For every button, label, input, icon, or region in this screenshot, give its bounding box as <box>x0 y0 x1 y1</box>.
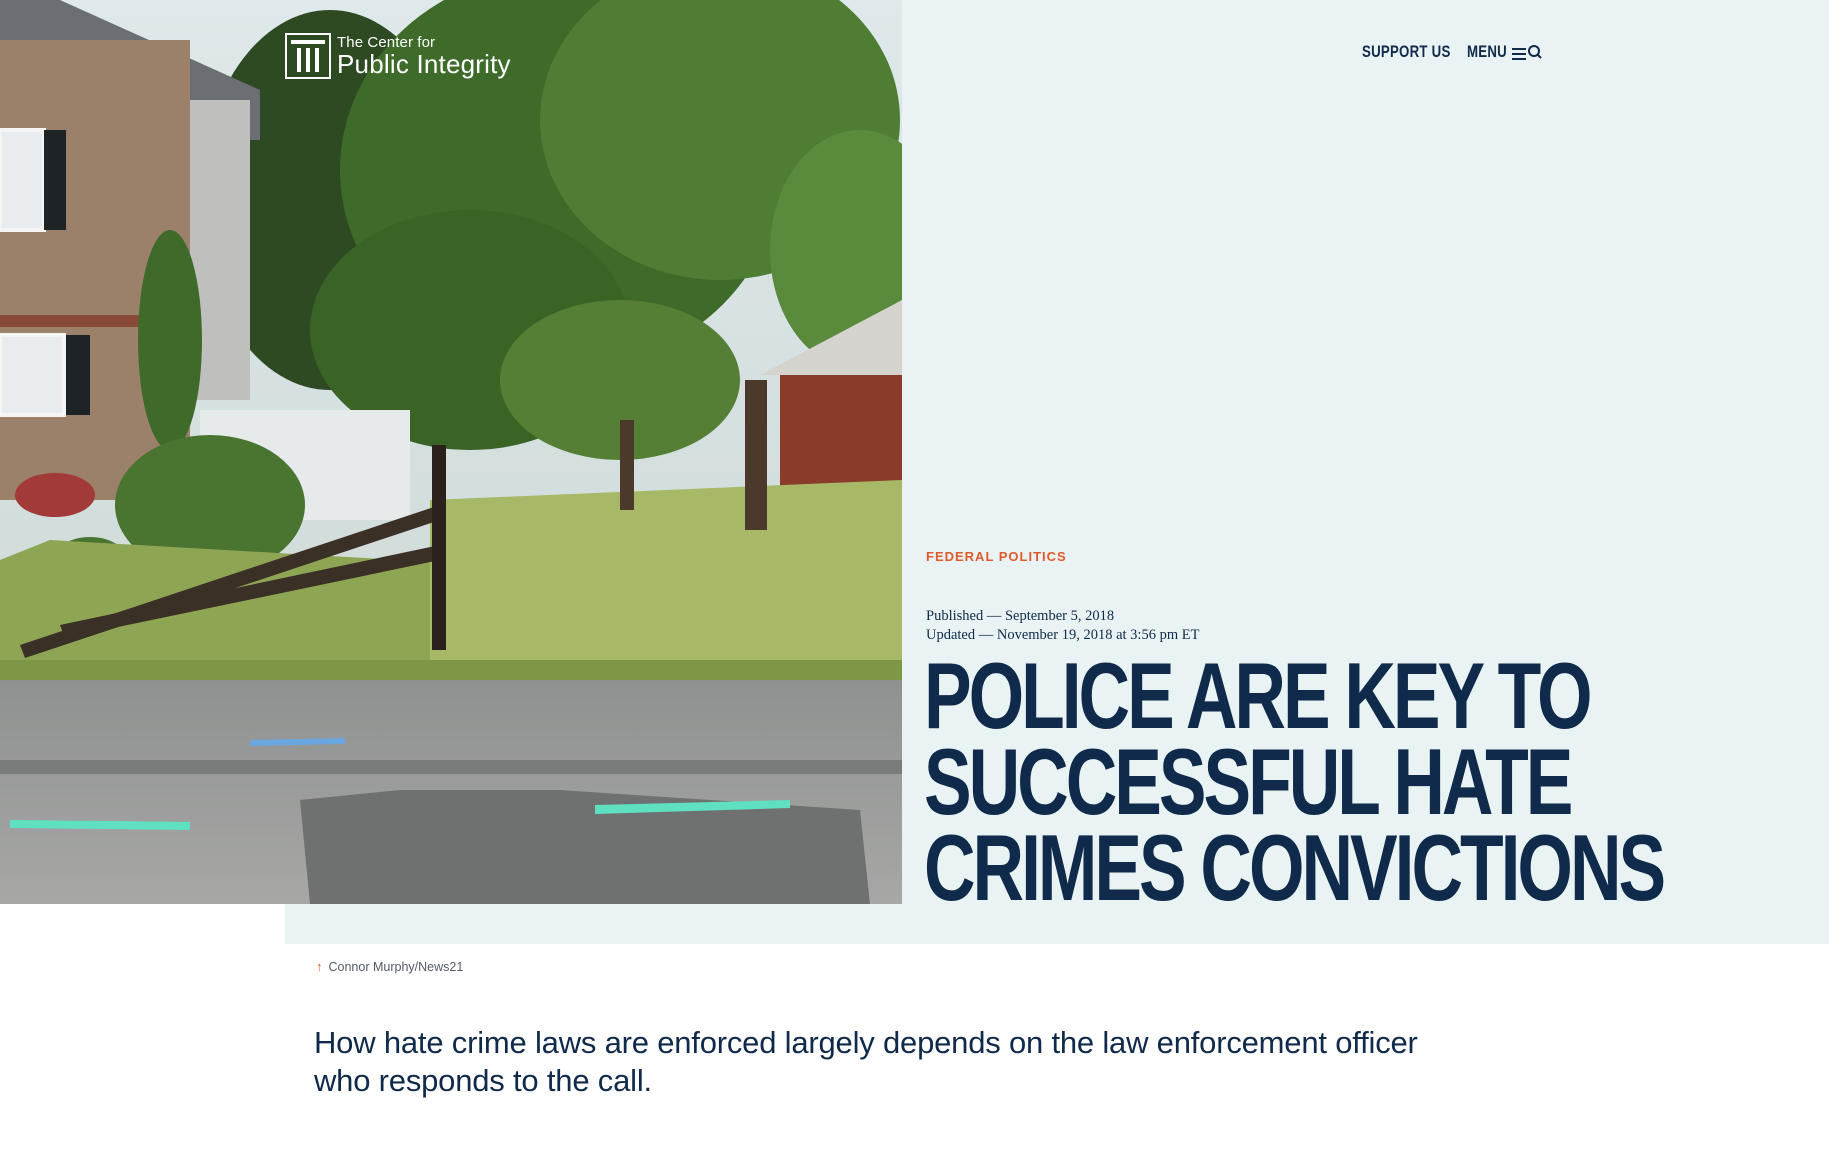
photo-credit-text: Connor Murphy/News21 <box>328 959 464 974</box>
article-headline: POLICE ARE KEY TO SUCCESSFUL HATE CRIMES… <box>924 643 1666 920</box>
logo-line-2: Public Integrity <box>337 49 511 79</box>
article-category[interactable]: FEDERAL POLITICS <box>926 549 1067 564</box>
logo-wordmark: The Center for Public Integrity <box>337 35 511 77</box>
published-date: Published — September 5, 2018 <box>926 608 1115 624</box>
article-dek: How hate crime laws are enforced largely… <box>314 1025 1418 1098</box>
photo-credit: ↑ Connor Murphy/News21 <box>316 959 463 974</box>
site-logo[interactable]: The Center for Public Integrity <box>285 33 511 79</box>
support-us-link[interactable]: SUPPORT US <box>1362 42 1451 62</box>
headline-line: POLICE ARE KEY TO <box>924 643 1593 748</box>
headline-line: CRIMES CONVICTIONS <box>924 815 1666 920</box>
updated-date: Updated — November 19, 2018 at 3:56 pm E… <box>926 627 1200 643</box>
menu-search-icon[interactable] <box>1512 44 1544 62</box>
headline-line: SUCCESSFUL HATE <box>924 729 1573 834</box>
column-pillar-icon <box>285 33 331 79</box>
menu-button[interactable]: MENU <box>1467 42 1507 62</box>
arrow-up-icon: ↑ <box>316 959 323 974</box>
hero-photo <box>0 0 902 904</box>
logo-line-1: The Center for <box>337 34 436 51</box>
